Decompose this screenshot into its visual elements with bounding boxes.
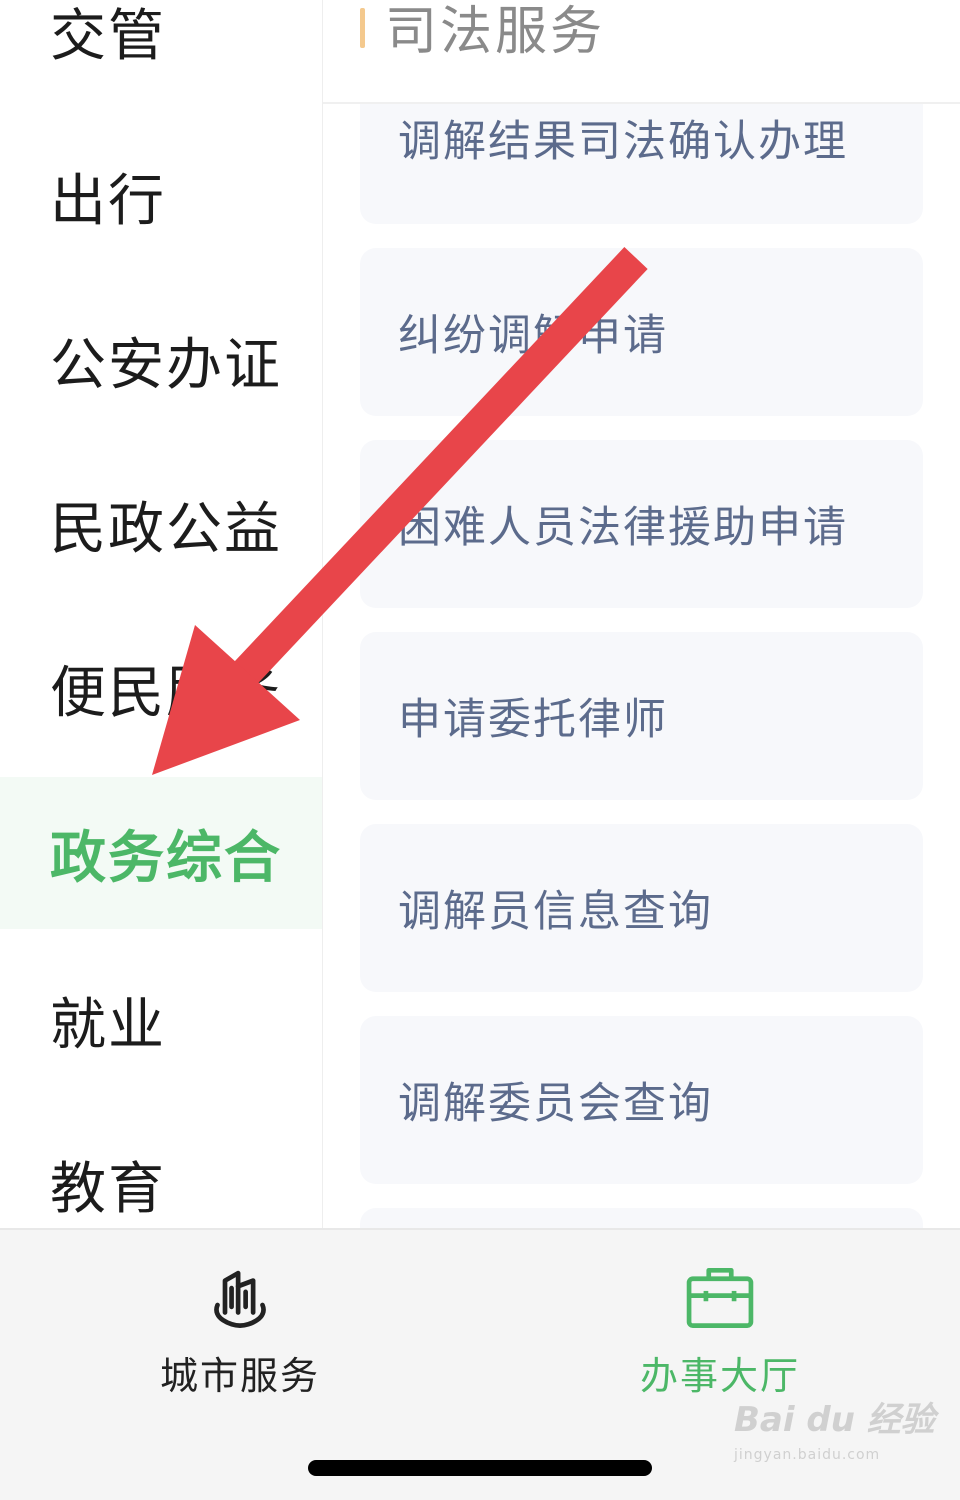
sidebar-item-traffic-control[interactable]: 交管 xyxy=(0,0,322,107)
service-card-label: 调解结果司法确认办理 xyxy=(398,117,848,167)
app-screen: 交管 出行 公安办证 民政公益 便民服务 政务综合 就业 教育 司法服务 调解结… xyxy=(0,0,960,1500)
watermark-logo-text: Bai du 经验 xyxy=(734,1400,935,1440)
tab-city-services[interactable]: 城市服务 xyxy=(90,1260,390,1400)
sidebar-item-employment[interactable]: 就业 xyxy=(0,944,322,1096)
service-card-label: 困难人员法律援助申请 xyxy=(398,503,848,553)
service-card[interactable]: 调解员信息查询 xyxy=(360,824,923,992)
tab-city-services-label: 城市服务 xyxy=(159,1354,320,1398)
sidebar-item-convenience-services[interactable]: 便民服务 xyxy=(0,612,322,764)
service-card[interactable]: 申请委托律师 xyxy=(360,632,923,800)
city-buildings-icon xyxy=(214,1270,266,1328)
category-sidebar[interactable]: 交管 出行 公安办证 民政公益 便民服务 政务综合 就业 教育 xyxy=(0,0,322,1228)
section-title: 司法服务 xyxy=(385,2,606,62)
sidebar-item-government-affairs[interactable]: 政务综合 xyxy=(0,777,322,929)
sidebar-item-civil-affairs[interactable]: 民政公益 xyxy=(0,448,322,600)
sidebar-item-education[interactable]: 教育 xyxy=(0,1108,322,1228)
service-card[interactable]: 纠纷调解申请 xyxy=(360,248,923,416)
home-indicator[interactable] xyxy=(308,1460,652,1476)
service-card-label: 调解员信息查询 xyxy=(398,887,713,937)
service-card[interactable]: 困难人员法律援助申请 xyxy=(360,440,923,608)
service-list-panel[interactable]: 司法服务 调解结果司法确认办理 纠纷调解申请 困难人员法律援助申请 申请委托律师… xyxy=(323,0,960,1228)
sidebar-item-public-security[interactable]: 公安办证 xyxy=(0,284,322,436)
service-card-label: 申请委托律师 xyxy=(398,695,668,745)
section-accent-bar xyxy=(360,8,365,48)
sidebar-item-travel[interactable]: 出行 xyxy=(0,120,322,272)
service-card[interactable]: 调解委员会查询 xyxy=(360,1016,923,1184)
baidu-watermark: Bai du 经验 jingyan.baidu.com xyxy=(734,1392,935,1482)
briefcase-icon xyxy=(686,1267,754,1328)
watermark-url: jingyan.baidu.com xyxy=(734,1447,881,1463)
service-card-label: 纠纷调解申请 xyxy=(398,311,668,361)
service-card-partial[interactable] xyxy=(360,1208,923,1228)
service-card-label: 调解委员会查询 xyxy=(398,1079,713,1129)
section-header: 司法服务 xyxy=(323,0,960,104)
tab-service-hall[interactable]: 办事大厅 xyxy=(570,1260,870,1400)
